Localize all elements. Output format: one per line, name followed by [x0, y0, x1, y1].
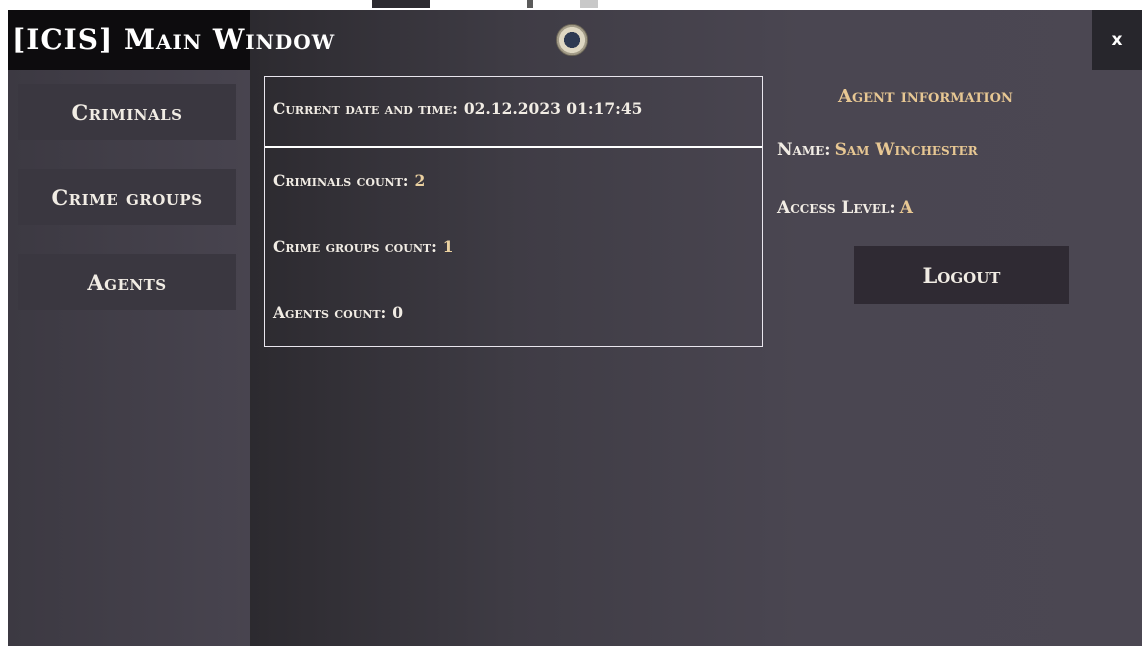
- sidebar-item-agents[interactable]: Agents: [18, 254, 236, 310]
- window-title: [ICIS] Main Window: [12, 23, 336, 56]
- agent-name-label: Name:: [777, 140, 831, 160]
- background-strip: [0, 0, 1142, 10]
- agent-name-value: Sam Winchester: [834, 140, 978, 160]
- title-bar-left: [ICIS] Main Window: [8, 10, 334, 70]
- access-level-label: Access Level:: [777, 198, 896, 218]
- access-level-value: A: [899, 198, 913, 218]
- title-bar: [ICIS] Main Window x: [8, 10, 1142, 70]
- access-level-row: Access Level: A: [777, 198, 913, 218]
- sidebar-item-crime-groups[interactable]: Crime groups: [18, 169, 236, 225]
- background-fragment: [372, 0, 430, 8]
- sidebar: Criminals Crime groups Agents: [8, 70, 250, 646]
- logout-button[interactable]: Logout: [854, 246, 1069, 304]
- criminals-count-row: Criminals count: 2: [273, 171, 425, 190]
- agent-info-heading: Agent information: [838, 86, 1013, 107]
- agents-count-row: Agents count: 0: [273, 303, 403, 322]
- crime-groups-count-row: Crime groups count: 1: [273, 237, 454, 256]
- agency-seal-icon: [556, 24, 588, 56]
- sidebar-item-criminals[interactable]: Criminals: [18, 84, 236, 140]
- close-button[interactable]: x: [1092, 10, 1142, 70]
- crime-groups-count-value: 1: [442, 237, 454, 256]
- agents-count-value: 0: [392, 303, 404, 322]
- stats-divider: [265, 146, 762, 148]
- datetime-value: 02.12.2023 01:17:45: [463, 99, 643, 118]
- agents-count-label: Agents count:: [273, 303, 387, 322]
- background-fragment: [527, 0, 533, 8]
- crime-groups-count-label: Crime groups count:: [273, 237, 437, 256]
- criminals-count-value: 2: [414, 171, 426, 190]
- datetime-row: Current date and time: 02.12.2023 01:17:4…: [273, 99, 642, 118]
- datetime-label: Current date and time:: [273, 99, 458, 118]
- criminals-count-label: Criminals count:: [273, 171, 409, 190]
- main-window: [ICIS] Main Window x Criminals Crime gro…: [8, 10, 1142, 646]
- background-fragment: [580, 0, 598, 8]
- agent-name-row: Name: Sam Winchester: [777, 140, 978, 160]
- stats-panel: Current date and time: 02.12.2023 01:17:4…: [264, 76, 763, 347]
